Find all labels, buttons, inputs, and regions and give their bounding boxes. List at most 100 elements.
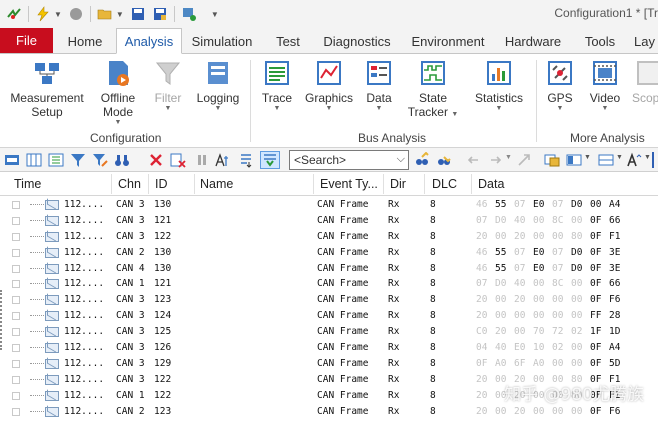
customize-chevron-icon[interactable]: ▼ xyxy=(211,10,219,19)
column-header-chn[interactable]: Chn xyxy=(118,177,141,191)
row-checkbox[interactable] xyxy=(12,248,20,257)
table-row[interactable]: 112.... CAN 3 124 CAN Frame Rx 8 20 00 00 00 00 00 F… xyxy=(0,308,658,324)
data-button[interactable]: Data ▼ xyxy=(360,58,398,113)
column-header-event-type[interactable]: Event Ty... xyxy=(320,177,378,191)
trace-config-icon[interactable] xyxy=(4,152,20,168)
chevron-down-icon[interactable]: ▼ xyxy=(116,10,124,19)
toolbar-overflow[interactable] xyxy=(652,152,654,168)
filter-funnel-icon[interactable] xyxy=(70,152,86,168)
table-row[interactable]: 112.... CAN 2 123 CAN Frame Rx 8 20 00 20 00 00 00 0… xyxy=(0,404,658,420)
state-tracker-button[interactable]: State Tracker ▼ xyxy=(404,58,462,122)
table-row[interactable]: 112.... CAN 3 121 CAN Frame Rx 8 07 D0 40 00 8C 00 0… xyxy=(0,213,658,229)
row-checkbox[interactable] xyxy=(12,391,20,400)
offline-mode-button[interactable]: Offline Mode ▼ xyxy=(92,58,144,127)
table-row[interactable]: 112.... CAN 3 123 CAN Frame Rx 8 20 00 20 00 00 00 0… xyxy=(0,292,658,308)
column-header-time[interactable]: Time xyxy=(14,177,41,191)
row-checkbox[interactable] xyxy=(12,328,20,337)
table-row[interactable]: 112.... CAN 3 129 CAN Frame Rx 8 0F A0 6F A0 00 00 0… xyxy=(0,356,658,372)
save-icon[interactable] xyxy=(130,6,146,22)
row-checkbox[interactable] xyxy=(12,201,20,209)
font-size-icon[interactable] xyxy=(626,152,642,168)
chevron-down-icon[interactable]: ▼ xyxy=(505,154,512,161)
statistics-button[interactable]: Statistics ▼ xyxy=(468,58,530,113)
row-checkbox[interactable] xyxy=(12,296,20,305)
logging-button[interactable]: Logging ▼ xyxy=(192,58,244,113)
window-icon[interactable] xyxy=(544,152,560,168)
column-divider[interactable] xyxy=(313,174,314,194)
row-checkbox[interactable] xyxy=(12,375,20,384)
tab-hardware[interactable]: Hardware xyxy=(502,28,564,54)
video-button[interactable]: Video ▼ xyxy=(584,58,626,113)
absolute-time-icon[interactable] xyxy=(214,152,230,168)
column-header-dir[interactable]: Dir xyxy=(390,177,406,191)
lightning-icon[interactable] xyxy=(35,6,51,22)
chevron-down-icon[interactable]: ▼ xyxy=(616,154,623,161)
tab-analysis[interactable]: Analysis xyxy=(116,28,182,54)
measurement-setup-button[interactable]: Measurement Setup xyxy=(6,58,88,119)
splitter-handle[interactable] xyxy=(0,290,4,350)
filter-edit-icon[interactable] xyxy=(92,152,108,168)
table-row[interactable]: 112.... CAN 4 130 CAN Frame Rx 8 46 55 07 E0 07 D0 0… xyxy=(0,261,658,277)
column-divider[interactable] xyxy=(111,174,112,194)
column-config-icon[interactable] xyxy=(26,152,42,168)
row-checkbox[interactable] xyxy=(12,216,20,225)
column-divider[interactable] xyxy=(194,174,195,194)
table-row[interactable]: 112.... CAN 3 125 CAN Frame Rx 8 C0 20 00 70 72 02 1… xyxy=(0,324,658,340)
clear-list-icon[interactable] xyxy=(170,152,186,168)
table-row[interactable]: 112.... CAN 3 122 CAN Frame Rx 8 20 00 20 00 00 80 0… xyxy=(0,229,658,245)
measurement-setup-icon xyxy=(35,63,59,84)
column-header-dlc[interactable]: DLC xyxy=(432,177,457,191)
tab-simulation[interactable]: Simulation xyxy=(188,28,256,54)
tab-diagnostics[interactable]: Diagnostics xyxy=(320,28,394,54)
frame-envelope-icon xyxy=(45,311,59,322)
table-row[interactable]: 112.... CAN 3 126 CAN Frame Rx 8 04 40 E0 10 02 00 0… xyxy=(0,340,658,356)
scroll-list-icon[interactable] xyxy=(238,152,254,168)
gps-button[interactable]: GPS ▼ xyxy=(542,58,578,113)
save-as-icon[interactable] xyxy=(152,6,168,22)
network-icon[interactable] xyxy=(181,6,197,22)
app-logo-icon[interactable] xyxy=(6,6,22,22)
column-header-name[interactable]: Name xyxy=(200,177,233,191)
row-checkbox[interactable] xyxy=(12,312,20,321)
tab-layout[interactable]: Lay xyxy=(634,28,658,54)
find-previous-icon[interactable] xyxy=(414,152,430,168)
row-checkbox[interactable] xyxy=(12,407,20,416)
tab-test[interactable]: Test xyxy=(268,28,308,54)
column-divider[interactable] xyxy=(471,174,472,194)
binoculars-icon[interactable] xyxy=(114,152,130,168)
tab-tools[interactable]: Tools xyxy=(578,28,622,54)
row-checkbox[interactable] xyxy=(12,264,20,273)
delete-icon[interactable] xyxy=(148,152,164,168)
tab-environment[interactable]: Environment xyxy=(406,28,490,54)
row-checkbox[interactable] xyxy=(12,344,20,353)
trace-button[interactable]: Trace ▼ xyxy=(256,58,298,113)
stop-icon[interactable] xyxy=(68,6,84,22)
column-header-id[interactable]: ID xyxy=(155,177,168,191)
row-checkbox[interactable] xyxy=(12,232,20,241)
row-checkbox[interactable] xyxy=(12,359,20,368)
data-byte: 40 xyxy=(514,214,526,226)
split-view-icon[interactable] xyxy=(598,152,614,168)
chevron-down-icon[interactable]: ▼ xyxy=(584,154,591,161)
table-row[interactable]: 112.... CAN 3 130 CAN Frame Rx 8 46 55 07 E0 07 D0 0… xyxy=(0,197,658,213)
column-divider[interactable] xyxy=(383,174,384,194)
table-row[interactable]: 112.... CAN 1 121 CAN Frame Rx 8 07 D0 40 00 8C 00 0… xyxy=(0,276,658,292)
auto-scroll-icon[interactable] xyxy=(260,151,280,169)
chevron-down-icon[interactable]: ▼ xyxy=(54,10,62,19)
chevron-down-icon[interactable]: ▼ xyxy=(644,154,651,161)
column-header-data[interactable]: Data xyxy=(478,177,504,191)
column-divider[interactable] xyxy=(424,174,425,194)
column-divider[interactable] xyxy=(148,174,149,194)
open-folder-icon[interactable] xyxy=(97,6,113,22)
pause-icon[interactable] xyxy=(194,152,210,168)
layout-icon[interactable] xyxy=(566,152,582,168)
search-input[interactable]: <Search> ⌵ xyxy=(289,150,409,170)
table-row[interactable]: 112.... CAN 2 130 CAN Frame Rx 8 46 55 07 E0 07 D0 0… xyxy=(0,245,658,261)
row-checkbox[interactable] xyxy=(12,280,20,289)
chevron-down-icon[interactable]: ⌵ xyxy=(397,153,405,166)
graphics-button[interactable]: Graphics ▼ xyxy=(302,58,356,113)
tab-home[interactable]: Home xyxy=(60,28,110,54)
find-next-icon[interactable] xyxy=(436,152,452,168)
expand-icon[interactable] xyxy=(48,152,64,168)
tab-file[interactable]: File xyxy=(0,28,53,53)
